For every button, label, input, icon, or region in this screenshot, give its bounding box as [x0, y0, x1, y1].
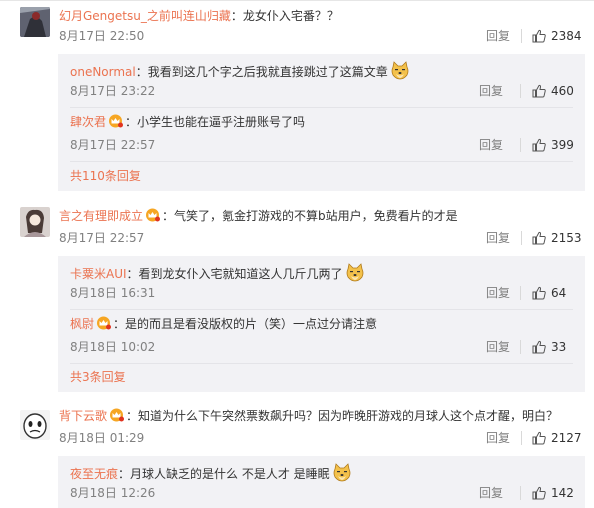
- comment-item: 幻月Gengetsu_之前叫连山归藏：龙女仆入宅番？？ 8月17日 22:50 …: [0, 0, 594, 191]
- reply-button[interactable]: 回复: [486, 230, 510, 246]
- like-button[interactable]: 2127: [532, 430, 582, 446]
- vip-crown-icon: [109, 114, 124, 128]
- reply-item: 肆次君 ：小学生也能在逼乎注册账号了吗 8月17日 22:57 回复 399: [58, 108, 585, 162]
- reply-text: ：月球人缺乏的是什么 不是人才 是睡眠: [118, 467, 330, 481]
- thumbs-up-icon: [532, 84, 546, 98]
- like-count: 399: [551, 138, 574, 152]
- thumbs-up-icon: [532, 431, 546, 445]
- action-divider: [521, 431, 522, 445]
- action-divider: [520, 486, 521, 500]
- reply-item: 卡粟米AUI：看到龙女仆入宅就知道这人几斤几两了 8月18日 16:31 回复 …: [58, 256, 585, 310]
- reply-username[interactable]: oneNormal: [70, 65, 136, 79]
- like-button[interactable]: 2153: [532, 230, 582, 246]
- reply-button[interactable]: 回复: [486, 430, 510, 446]
- comment-timestamp: 8月17日 22:57: [59, 231, 145, 245]
- reply-box: oneNormal：我看到这几个字之后我就直接跳过了这篇文章 8月17日 23:…: [58, 54, 585, 191]
- more-replies-link[interactable]: 共110条回复: [70, 168, 141, 184]
- reply-username[interactable]: 肆次君: [70, 115, 106, 129]
- reply-content: 肆次君 ：小学生也能在逼乎注册账号了吗: [70, 114, 305, 130]
- like-button[interactable]: 460: [532, 83, 574, 99]
- doge-emoji-icon: [346, 263, 363, 282]
- comment-username[interactable]: 言之有理即成立: [59, 209, 143, 223]
- reply-username[interactable]: 枫尉: [70, 317, 94, 331]
- doge-emoji-icon: [391, 61, 409, 80]
- avatar[interactable]: [20, 410, 50, 440]
- comment-timestamp: 8月18日 01:29: [59, 431, 145, 445]
- avatar[interactable]: [20, 207, 50, 237]
- reply-content: oneNormal：我看到这几个字之后我就直接跳过了这篇文章: [70, 60, 410, 80]
- like-count: 2127: [551, 431, 582, 445]
- action-divider: [520, 340, 521, 354]
- reply-item: 枫尉 ：是的而且是看没版权的片（笑）一点过分请注意 8月18日 10:02 回复 …: [58, 310, 585, 364]
- reply-content: 枫尉 ：是的而且是看没版权的片（笑）一点过分请注意: [70, 316, 377, 332]
- action-divider: [520, 84, 521, 98]
- like-button[interactable]: 33: [532, 339, 566, 355]
- like-count: 2384: [551, 29, 582, 43]
- reply-button[interactable]: 回复: [486, 28, 510, 44]
- vip-crown-icon: [97, 316, 112, 330]
- reply-text: ：是的而且是看没版权的片（笑）一点过分请注意: [113, 317, 378, 331]
- comment-item: 背下云歌 ：知道为什么下午突然票数飙升吗？因为昨晚肝游戏的月球人这个点才醒，明白？…: [0, 400, 594, 508]
- comment-text: ：气笑了，氪金打游戏的不算b站用户，免费看片的才是: [162, 209, 458, 223]
- reply-content: 卡粟米AUI：看到龙女仆入宅就知道这人几斤几两了: [70, 262, 365, 282]
- action-divider: [521, 29, 522, 43]
- like-count: 64: [551, 286, 567, 300]
- thumbs-up-icon: [532, 486, 546, 500]
- reply-text: ：我看到这几个字之后我就直接跳过了这篇文章: [135, 65, 388, 79]
- reply-button[interactable]: 回复: [479, 485, 503, 501]
- thumbs-up-icon: [532, 29, 546, 43]
- reply-box: 夜至无痕：月球人缺乏的是什么 不是人才 是睡眠 8月18日 12:26 回复 1…: [58, 456, 585, 508]
- comment-text: ：知道为什么下午突然票数飙升吗？因为昨晚肝游戏的月球人这个点才醒，明白？: [126, 409, 559, 423]
- reply-username[interactable]: 夜至无痕: [70, 467, 118, 481]
- comment-item: 言之有理即成立 ：气笑了，氪金打游戏的不算b站用户，免费看片的才是 8月17日 2…: [0, 200, 594, 392]
- reply-divider: [70, 161, 573, 162]
- action-divider: [520, 286, 521, 300]
- reply-text: ：看到龙女仆入宅就知道这人几斤几两了: [126, 267, 343, 281]
- reply-timestamp: 8月17日 22:57: [70, 138, 156, 152]
- reply-button[interactable]: 回复: [479, 137, 503, 153]
- reply-button[interactable]: 回复: [486, 285, 510, 301]
- reply-timestamp: 8月18日 10:02: [70, 340, 156, 354]
- like-count: 2153: [551, 231, 582, 245]
- reply-item: 夜至无痕：月球人缺乏的是什么 不是人才 是睡眠 8月18日 12:26 回复 1…: [58, 456, 585, 508]
- like-count: 33: [551, 340, 567, 354]
- thumbs-up-icon: [532, 286, 546, 300]
- reply-button[interactable]: 回复: [486, 339, 510, 355]
- comment-text: ：龙女仆入宅番？？: [230, 9, 339, 23]
- thumbs-up-icon: [532, 340, 546, 354]
- reply-timestamp: 8月18日 12:26: [70, 486, 156, 500]
- like-button[interactable]: 142: [532, 485, 574, 501]
- vip-crown-icon: [146, 208, 161, 222]
- more-replies-link[interactable]: 共3条回复: [70, 369, 126, 385]
- comment-content: 言之有理即成立 ：气笑了，氪金打游戏的不算b站用户，免费看片的才是: [59, 208, 458, 224]
- like-button[interactable]: 399: [532, 137, 574, 153]
- like-button[interactable]: 64: [532, 285, 566, 301]
- avatar[interactable]: [20, 7, 50, 37]
- reply-button[interactable]: 回复: [479, 83, 503, 99]
- reply-item: oneNormal：我看到这几个字之后我就直接跳过了这篇文章 8月17日 23:…: [58, 54, 585, 108]
- thumbs-up-icon: [532, 231, 546, 245]
- reply-username[interactable]: 卡粟米AUI: [70, 267, 127, 281]
- reply-divider: [70, 363, 573, 364]
- comment-username[interactable]: 幻月Gengetsu_之前叫连山归藏: [59, 9, 231, 23]
- comment-timestamp: 8月17日 22:50: [59, 29, 145, 43]
- reply-timestamp: 8月18日 16:31: [70, 286, 156, 300]
- reply-timestamp: 8月17日 23:22: [70, 84, 156, 98]
- action-divider: [521, 231, 522, 245]
- comment-content: 背下云歌 ：知道为什么下午突然票数飙升吗？因为昨晚肝游戏的月球人这个点才醒，明白？: [59, 408, 558, 424]
- doge-emoji-icon: [333, 463, 351, 482]
- like-button[interactable]: 2384: [532, 28, 582, 44]
- reply-content: 夜至无痕：月球人缺乏的是什么 不是人才 是睡眠: [70, 462, 352, 482]
- reply-box: 卡粟米AUI：看到龙女仆入宅就知道这人几斤几两了 8月18日 16:31 回复 …: [58, 256, 585, 392]
- action-divider: [520, 138, 521, 152]
- reply-text: ：小学生也能在逼乎注册账号了吗: [125, 115, 306, 129]
- vip-crown-icon: [110, 408, 125, 422]
- comment-username[interactable]: 背下云歌: [59, 409, 107, 423]
- comment-content: 幻月Gengetsu_之前叫连山归藏：龙女仆入宅番？？: [59, 8, 339, 24]
- like-count: 142: [551, 486, 574, 500]
- thumbs-up-icon: [532, 138, 546, 152]
- like-count: 460: [551, 84, 574, 98]
